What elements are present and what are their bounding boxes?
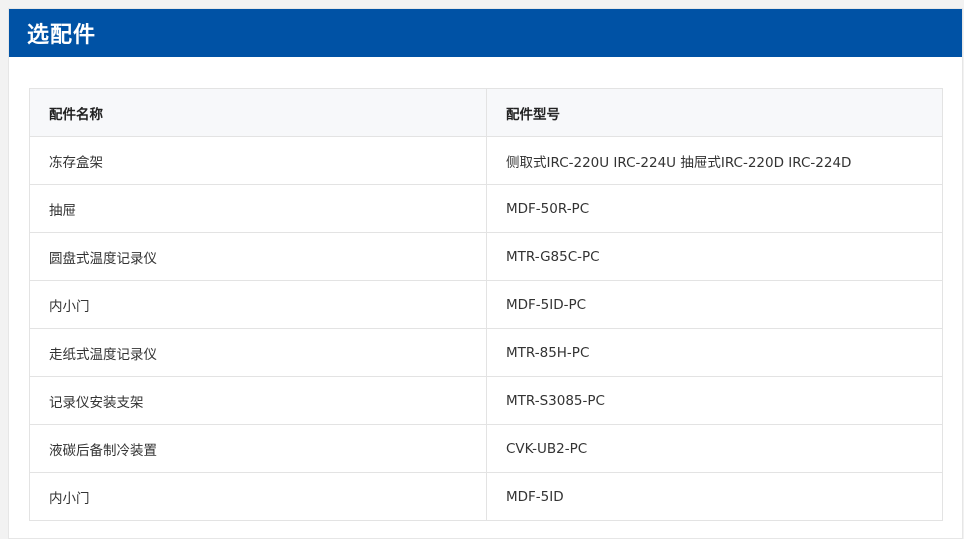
accessory-model: MTR-G85C-PC [506,248,600,265]
table-row: 抽屉 MDF-50R-PC [30,184,942,232]
accessory-name: 走纸式温度记录仪 [30,329,487,376]
column-header-name: 配件名称 [30,89,487,136]
table-row: 液碳后备制冷装置 CVK-UB2-PC [30,424,942,472]
table-row: 内小门 MDF-5ID-PC [30,280,942,328]
section-title: 选配件 [27,23,97,48]
accessory-name: 圆盘式温度记录仪 [30,233,487,280]
accessories-table: 配件名称 配件型号 冻存盒架 侧取式IRC-220U IRC-224U 抽屉式I… [29,88,943,521]
accessories-panel: 选配件 配件名称 配件型号 冻存盒架 侧取式IRC-220U IRC-224U … [8,8,963,539]
accessory-name: 冻存盒架 [30,137,487,184]
table-row: 走纸式温度记录仪 MTR-85H-PC [30,328,942,376]
accessory-model: MDF-5ID [506,488,564,505]
accessory-name: 抽屉 [30,185,487,232]
accessory-model: MTR-S3085-PC [506,392,605,409]
accessory-model: MDF-5ID-PC [506,296,587,313]
accessory-name: 记录仪安装支架 [30,377,487,424]
table-row: 记录仪安装支架 MTR-S3085-PC [30,376,942,424]
section-title-bar: 选配件 [9,9,962,57]
accessory-name: 内小门 [30,473,487,520]
table-row: 圆盘式温度记录仪 MTR-G85C-PC [30,232,942,280]
column-header-model: 配件型号 [506,106,560,123]
table-row: 冻存盒架 侧取式IRC-220U IRC-224U 抽屉式IRC-220D IR… [30,136,942,184]
accessory-name: 液碳后备制冷装置 [30,425,487,472]
accessory-model: 侧取式IRC-220U IRC-224U 抽屉式IRC-220D IRC-224… [506,154,852,171]
table-header-row: 配件名称 配件型号 [30,89,942,136]
accessory-model: MTR-85H-PC [506,344,590,361]
accessory-model: CVK-UB2-PC [506,440,588,457]
accessory-model: MDF-50R-PC [506,200,590,217]
accessory-name: 内小门 [30,281,487,328]
table-row: 内小门 MDF-5ID [30,472,942,520]
